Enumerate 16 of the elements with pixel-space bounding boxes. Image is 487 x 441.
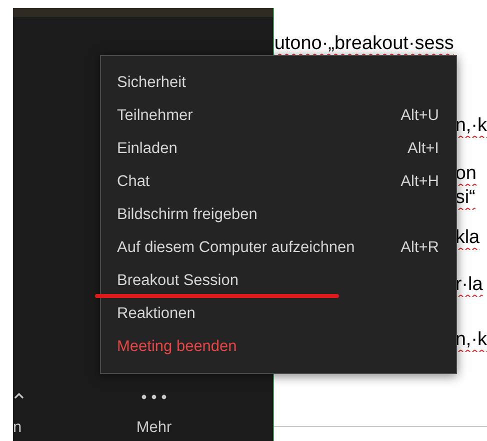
menu-item[interactable]: Einladen Alt+I <box>101 132 456 165</box>
menu-item[interactable]: Chat Alt+H <box>101 165 456 198</box>
toolbar-button[interactable]: n <box>13 381 29 439</box>
menu-item[interactable]: Bildschirm freigeben <box>101 198 456 231</box>
document-text: si“ <box>455 186 476 210</box>
menu-item[interactable]: Meeting beenden <box>101 330 456 363</box>
menu-item[interactable]: Breakout Session <box>101 264 456 297</box>
toolbar-button[interactable]: Mehr <box>132 381 176 439</box>
more-icon <box>140 394 168 400</box>
menu-item[interactable]: Sicherheit <box>101 66 456 99</box>
menu-item[interactable]: Auf diesem Computer aufzeichnen Alt+R <box>101 231 456 264</box>
document-text: on <box>455 162 478 186</box>
caret-up-icon <box>13 392 25 400</box>
document-text: utono·„breakout·sess <box>274 32 455 56</box>
menu-item[interactable]: Reaktionen <box>101 297 456 330</box>
menu-item[interactable]: Teilnehmer Alt+U <box>101 99 456 132</box>
